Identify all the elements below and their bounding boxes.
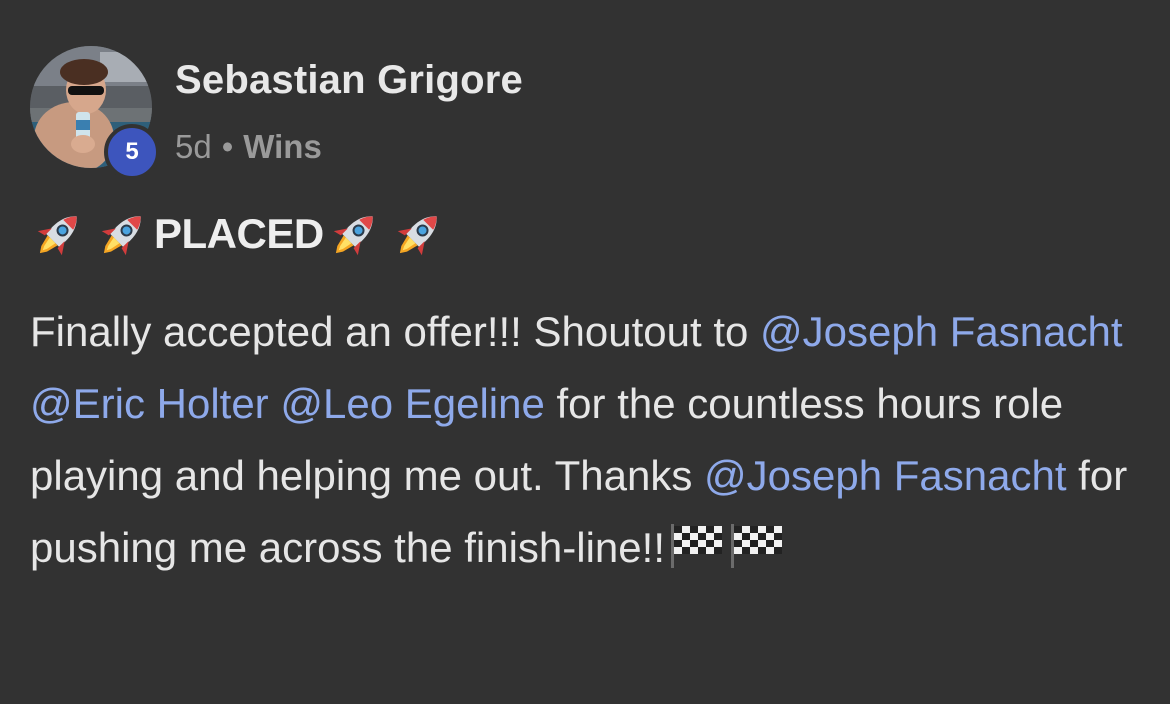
post-age: 5d — [175, 128, 212, 165]
body-text-segment — [269, 380, 281, 427]
mention-link[interactable]: @Leo Egeline — [280, 380, 545, 427]
post-title: PLACED — [30, 202, 454, 266]
author-avatar-wrapper[interactable]: 5 — [30, 46, 160, 180]
level-badge: 5 — [104, 124, 160, 180]
post-title-text: PLACED — [154, 210, 324, 257]
mention-link[interactable]: @Eric Holter — [30, 380, 269, 427]
checkered-flag-icon — [667, 518, 725, 568]
body-text-segment: Finally accepted an offer!!! Shoutout to — [30, 308, 761, 355]
mention-link[interactable]: @Joseph Fasnacht — [704, 452, 1067, 499]
checkered-flag-icon — [727, 518, 785, 568]
mention-link[interactable]: @Joseph Fasnacht — [760, 308, 1123, 355]
post-body: Finally accepted an offer!!! Shoutout to… — [30, 296, 1140, 584]
post-meta: 5d • Wins — [175, 128, 322, 166]
rocket-icon — [30, 205, 88, 263]
rocket-icon — [94, 205, 152, 263]
author-name[interactable]: Sebastian Grigore — [175, 58, 523, 103]
meta-separator: • — [221, 128, 234, 165]
post-category[interactable]: Wins — [243, 128, 322, 166]
post-card: 5 Sebastian Grigore 5d • Wins PLACED Fin… — [0, 0, 1170, 704]
rocket-icon — [326, 205, 384, 263]
level-number: 5 — [125, 138, 139, 165]
rocket-icon — [390, 205, 448, 263]
